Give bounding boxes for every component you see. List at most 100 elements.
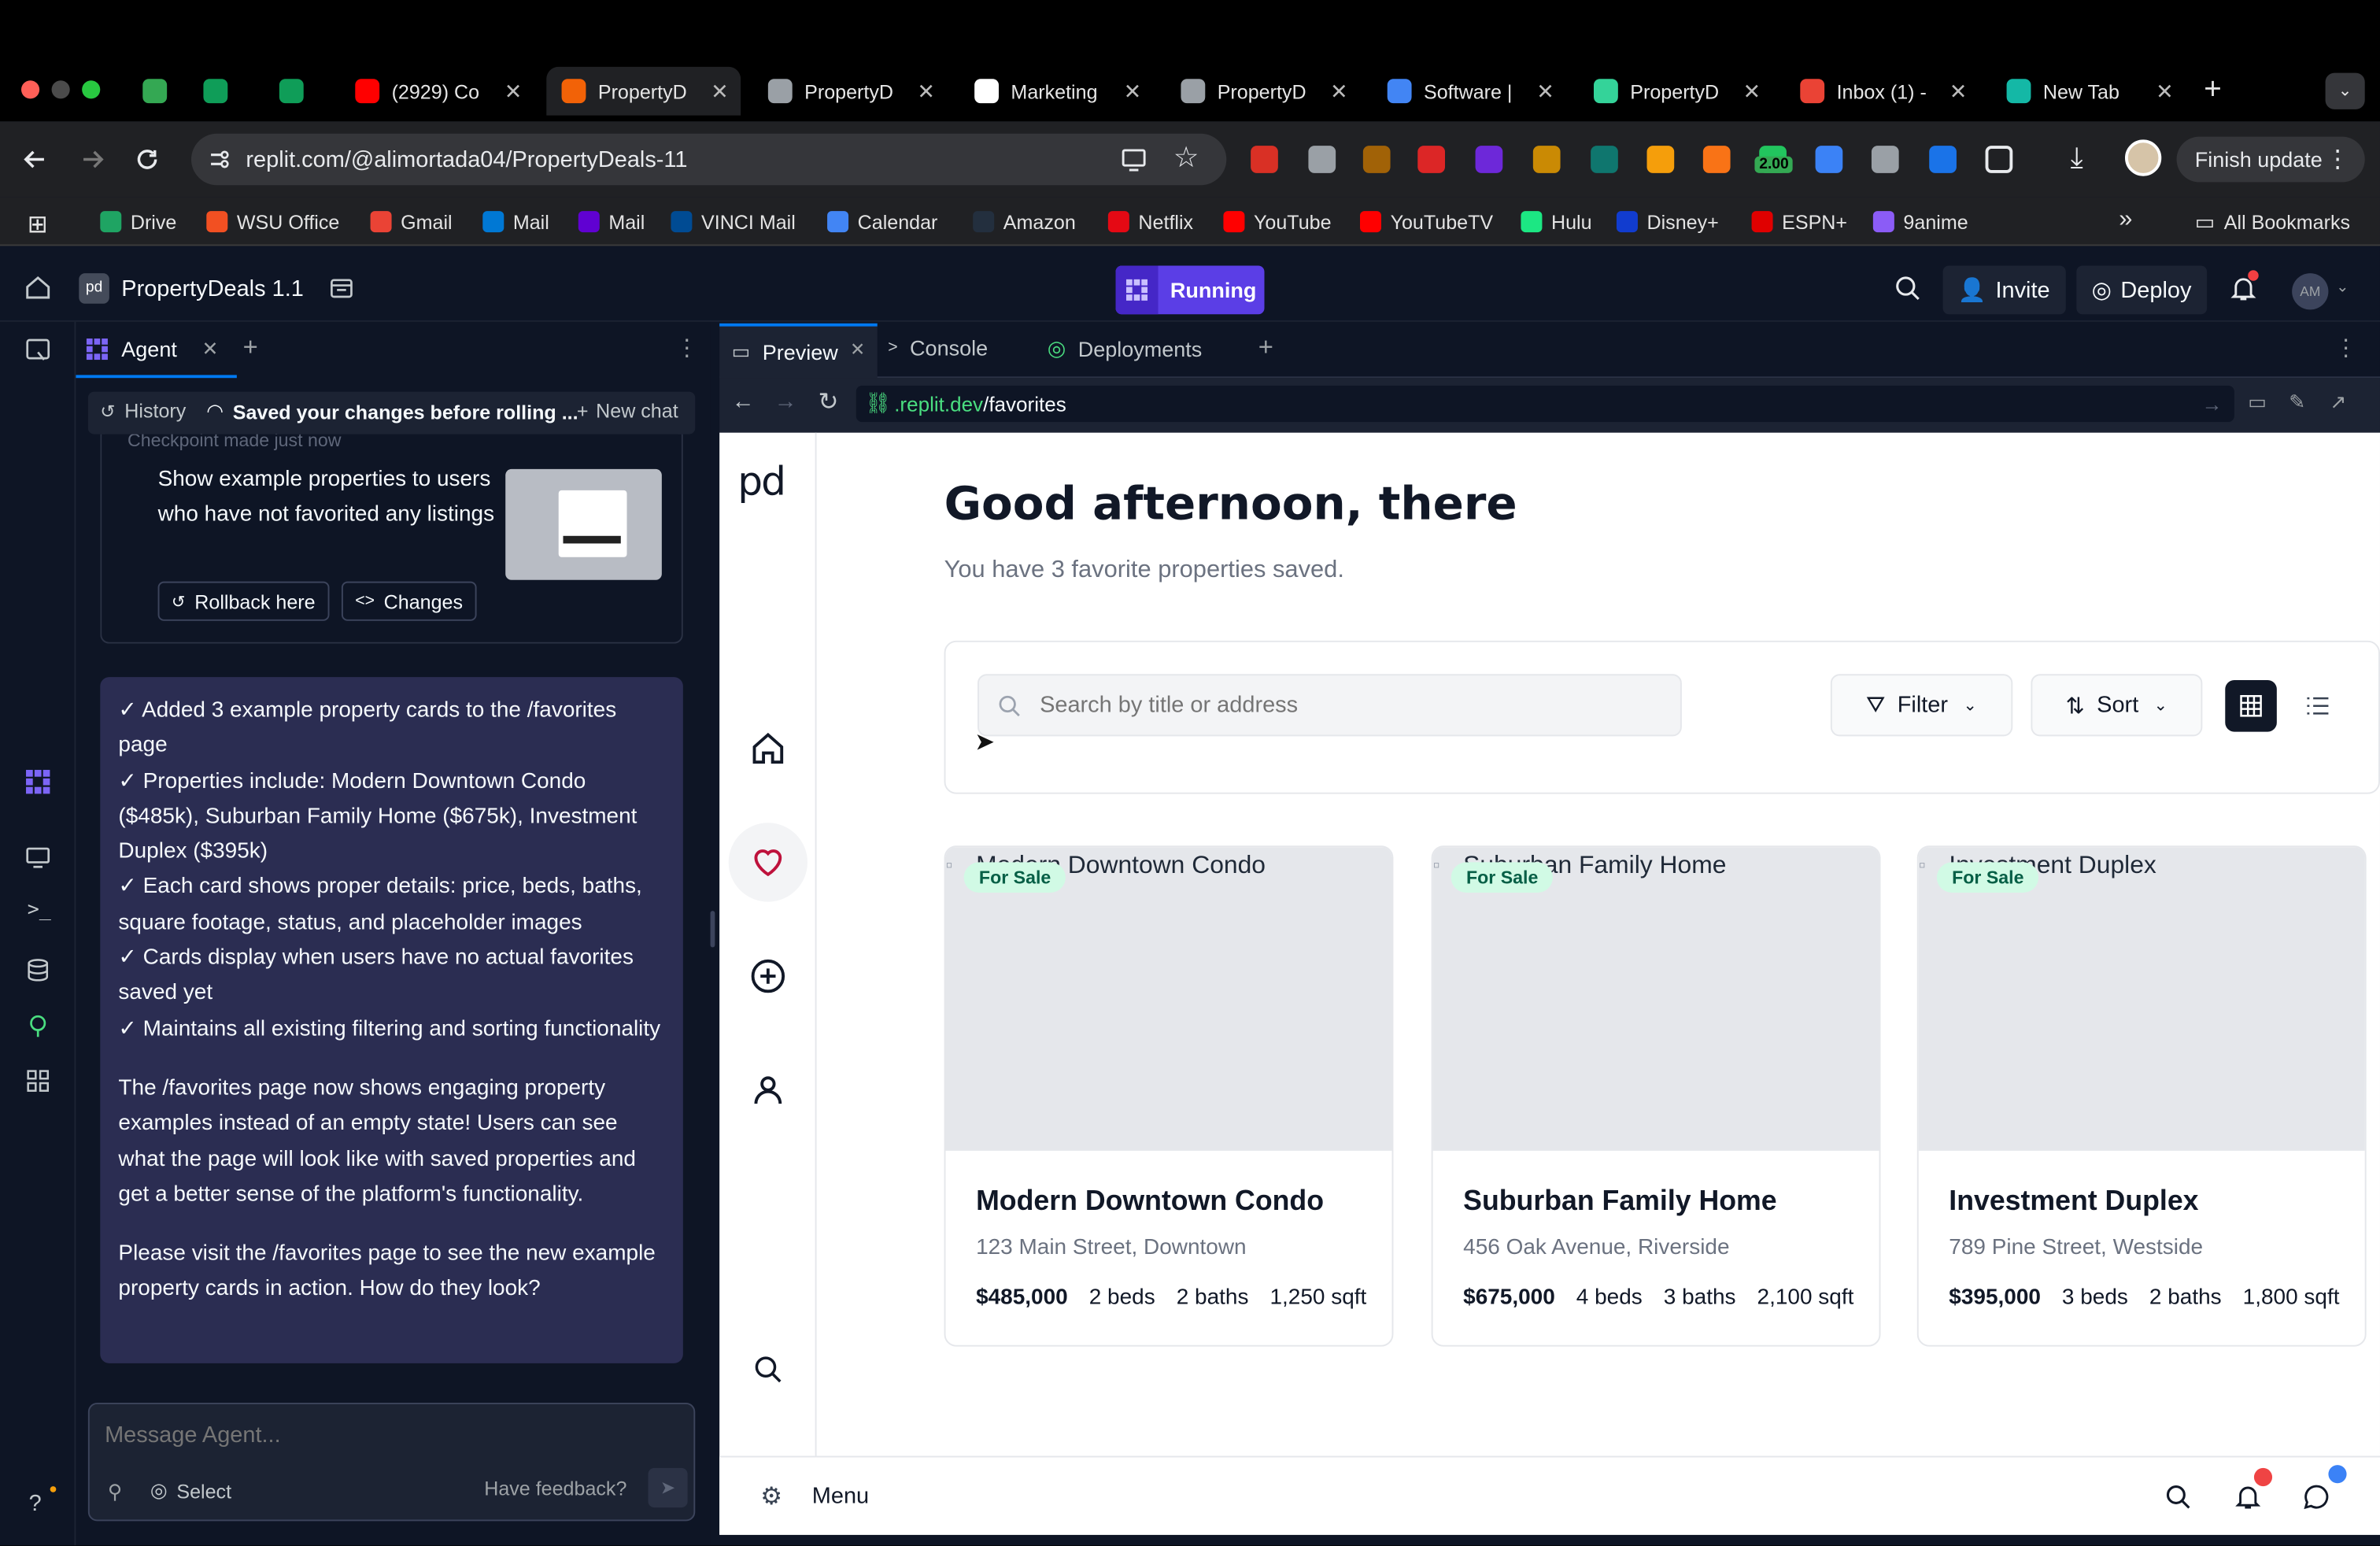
site-logo[interactable]: pd [737, 460, 786, 505]
extension-icon[interactable] [1871, 146, 1899, 173]
help-icon[interactable]: ? [29, 1491, 42, 1517]
project-name[interactable]: PropertyDeals 1.1 [121, 276, 304, 302]
close-window-button[interactable] [20, 80, 40, 99]
deploy-button[interactable]: ◎ Deploy [2076, 265, 2207, 315]
bookmark-item[interactable]: Amazon [973, 208, 1076, 235]
close-tab-icon[interactable]: ✕ [1124, 79, 1142, 105]
bottom-search-icon[interactable] [2164, 1483, 2192, 1511]
close-preview-tab-icon[interactable]: ✕ [850, 338, 865, 360]
close-tab-icon[interactable]: ✕ [711, 79, 729, 105]
add-preview-tab-icon[interactable]: + [1258, 332, 1273, 363]
attach-paperclip-icon[interactable]: ⚲ [108, 1480, 122, 1504]
preview-options-icon[interactable]: ⋮ [2334, 334, 2357, 361]
extension-icon[interactable] [1815, 146, 1843, 173]
browser-tab[interactable] [194, 67, 264, 116]
pane-resize-handle[interactable] [710, 911, 715, 948]
extension-icon[interactable] [1929, 146, 1957, 173]
property-card[interactable]: ▫ Investment Duplex For Sale Investment Dup… [1916, 845, 2367, 1347]
running-status-button[interactable]: Running [1115, 265, 1265, 315]
more-bookmarks-chevron-icon[interactable]: » [2119, 206, 2132, 234]
browser-tab[interactable]: PropertyD ✕ [546, 66, 741, 116]
home-icon[interactable] [24, 273, 52, 301]
site-home-icon[interactable] [750, 730, 786, 767]
rollback-here-button[interactable]: ↺ Rollback here [157, 581, 329, 621]
extension-icon[interactable] [1646, 146, 1675, 173]
go-arrow-icon[interactable]: → [2201, 393, 2222, 416]
browser-tab[interactable]: PropertyD ✕ [1166, 67, 1360, 116]
close-agent-tab-icon[interactable]: ✕ [202, 337, 219, 361]
bottom-bell-icon[interactable] [2234, 1467, 2273, 1511]
browser-tab[interactable] [134, 67, 188, 116]
bookmark-item[interactable]: 9anime [1872, 208, 1968, 235]
extension-icon[interactable] [1417, 146, 1445, 173]
browser-tab[interactable]: (2929) Co ✕ [340, 67, 534, 116]
site-search-icon[interactable] [753, 1354, 784, 1385]
add-tab-icon[interactable]: + [243, 332, 258, 363]
menu-button[interactable]: Menu [812, 1483, 869, 1509]
bottom-chat-icon[interactable] [2303, 1465, 2347, 1511]
browser-tab[interactable]: Inbox (1) - ✕ [1785, 67, 1979, 116]
close-tab-icon[interactable]: ✕ [917, 79, 935, 105]
profile-avatar[interactable] [2125, 139, 2162, 176]
project-settings-icon[interactable] [329, 276, 353, 301]
reload-icon[interactable] [134, 146, 161, 173]
deployments-tab[interactable]: ◎ Deployments [1048, 335, 1203, 361]
all-tools-grid-icon[interactable] [26, 1069, 50, 1093]
agent-options-icon[interactable]: ⋮ [675, 334, 698, 361]
browser-tab[interactable]: PropertyD ✕ [753, 67, 948, 116]
browser-tab[interactable]: Marketing ✕ [959, 67, 1154, 116]
checkpoint-screenshot-thumbnail[interactable] [505, 468, 662, 580]
bookmark-item[interactable]: Drive [100, 208, 176, 235]
bookmark-star-icon[interactable]: ☆ [1173, 141, 1199, 176]
sort-button[interactable]: ⇅ Sort ⌄ [2031, 674, 2203, 737]
open-new-window-icon[interactable]: ↗ [2330, 390, 2346, 415]
bookmark-item[interactable]: Netflix [1107, 208, 1193, 235]
finish-update-button[interactable]: Finish update ⋮ [2176, 136, 2365, 183]
extension-icon[interactable] [1591, 146, 1618, 173]
settings-gear-icon[interactable]: ⚙ [760, 1481, 782, 1512]
close-tab-icon[interactable]: ✕ [2156, 79, 2174, 105]
new-chat-button[interactable]: + New chat [577, 399, 678, 422]
bookmark-item[interactable]: Hulu [1521, 208, 1592, 235]
bookmark-item[interactable]: YouTube [1223, 208, 1332, 235]
bookmark-item[interactable]: Calendar [827, 208, 937, 235]
browser-tab[interactable] [270, 67, 340, 116]
close-tab-icon[interactable]: ✕ [1743, 79, 1761, 105]
extension-icon[interactable] [1362, 146, 1391, 173]
close-tab-icon[interactable]: ✕ [1949, 79, 1968, 105]
preview-forward-icon[interactable]: → [774, 389, 797, 415]
changes-button[interactable]: <> Changes [341, 581, 477, 621]
tab-search-button[interactable]: ⌄ [2325, 72, 2365, 109]
search-icon[interactable] [1894, 275, 1922, 302]
close-tab-icon[interactable]: ✕ [1330, 79, 1348, 105]
extension-icon[interactable] [1532, 146, 1561, 173]
select-element-button[interactable]: ◎ Select [150, 1478, 231, 1503]
property-card[interactable]: ▫ Modern Downtown Condo For Sale Modern Dow… [944, 845, 1394, 1347]
workspace-icon[interactable] [24, 337, 55, 368]
new-tab-button[interactable]: + [2204, 73, 2222, 108]
site-user-icon[interactable] [750, 1072, 786, 1108]
favorites-nav-item[interactable] [728, 823, 808, 902]
preview-back-icon[interactable]: ← [732, 389, 755, 415]
browser-tab[interactable]: Software | ✕ [1372, 67, 1566, 116]
history-button[interactable]: ↺ History [100, 399, 186, 422]
deployments-rail-icon[interactable] [26, 1014, 50, 1038]
bookmark-item[interactable]: Mail [578, 208, 645, 235]
extension-icon[interactable] [1308, 146, 1336, 173]
browser-tab[interactable]: New Tab ✕ [1991, 67, 2186, 116]
minimize-window-button[interactable] [51, 80, 70, 99]
extensions-puzzle-icon[interactable] [1985, 146, 2013, 173]
download-icon[interactable]: ⤓ [2071, 142, 2083, 176]
maximize-window-button[interactable] [82, 80, 101, 99]
agent-rail-icon[interactable] [24, 768, 52, 796]
property-search-input[interactable] [1040, 682, 1678, 728]
apps-grid-icon[interactable]: ⊞ [28, 209, 48, 240]
user-avatar[interactable]: AM [2292, 273, 2329, 310]
extension-icon[interactable] [1251, 146, 1278, 173]
address-bar[interactable]: replit.com/@alimortada04/PropertyDeals-1… [190, 133, 1227, 186]
feedback-link[interactable]: Have feedback? [484, 1477, 626, 1500]
close-tab-icon[interactable]: ✕ [504, 79, 523, 105]
site-add-circle-icon[interactable] [750, 958, 786, 994]
device-preview-icon[interactable]: ▭ [2248, 390, 2267, 415]
console-rail-icon[interactable]: >_ [28, 899, 51, 922]
